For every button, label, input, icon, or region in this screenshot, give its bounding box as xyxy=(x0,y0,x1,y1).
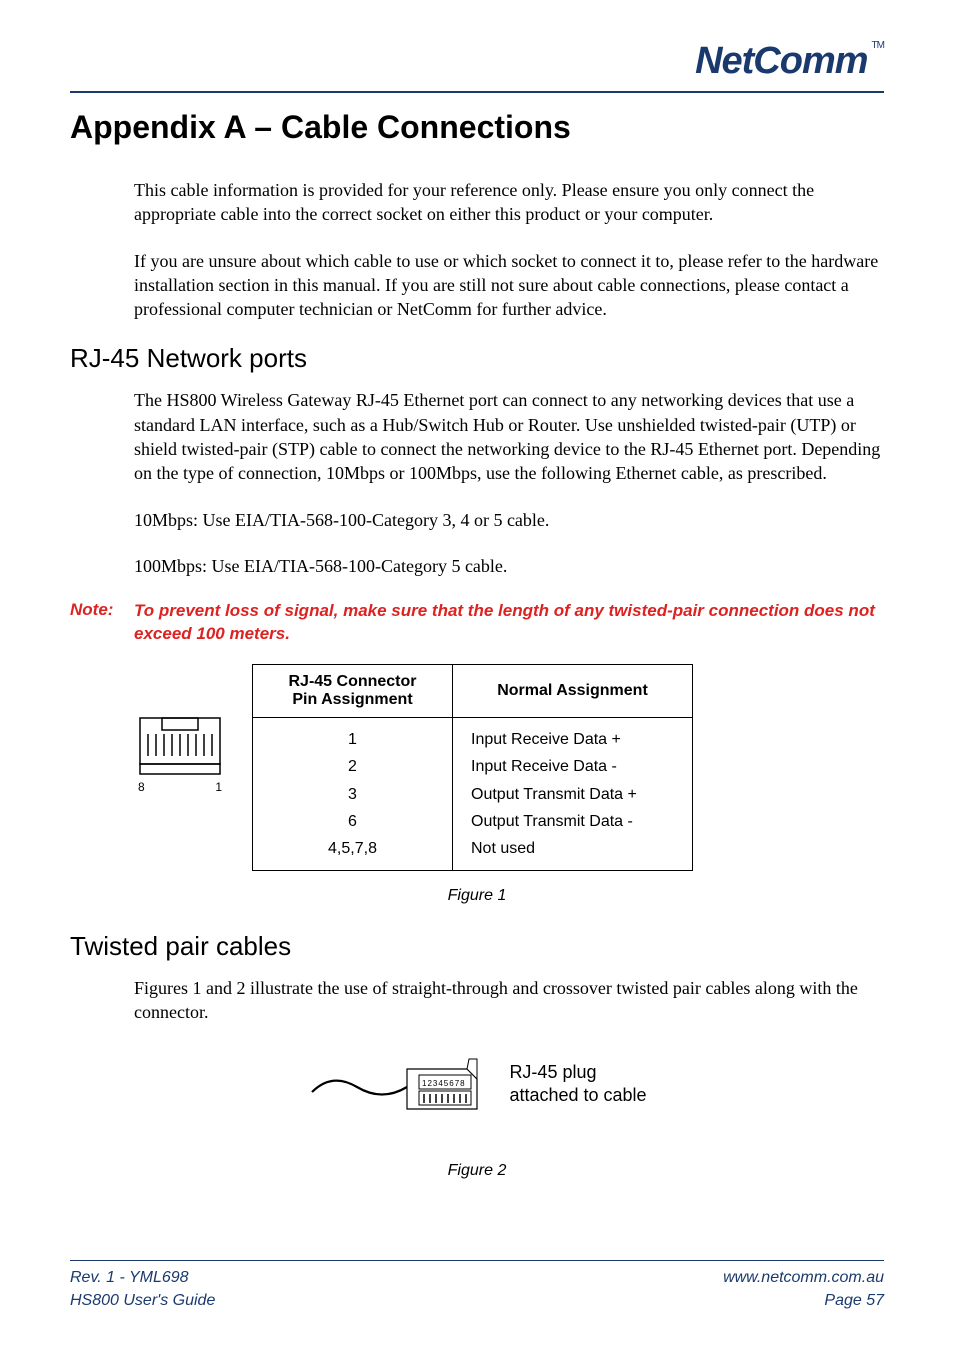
footer-right: www.netcomm.com.au Page 57 xyxy=(723,1267,884,1312)
table-pin-cell: 1 2 3 6 4,5,7,8 xyxy=(253,718,453,871)
rj45-plug-icon: 12345678 xyxy=(307,1047,497,1122)
rj45-paragraph-3: 100Mbps: Use EIA/TIA-568-100-Category 5 … xyxy=(134,554,884,578)
pin-assignment-table: RJ-45 Connector Pin Assignment Normal As… xyxy=(252,664,693,871)
page-header: NetComm TM xyxy=(70,40,884,93)
twisted-paragraph-1: Figures 1 and 2 illustrate the use of st… xyxy=(134,976,884,1025)
page-title: Appendix A – Cable Connections xyxy=(70,109,884,146)
note-block: Note: To prevent loss of signal, make su… xyxy=(70,600,884,646)
note-text: To prevent loss of signal, make sure tha… xyxy=(134,600,884,646)
rj45-connector-icon: 8 1 xyxy=(134,716,226,794)
page-footer: Rev. 1 - YML698 HS800 User's Guide www.n… xyxy=(70,1260,884,1312)
connector-pin-8: 8 xyxy=(138,780,145,794)
plug-label: RJ-45 plug attached to cable xyxy=(509,1061,646,1108)
netcomm-logo: NetComm TM xyxy=(695,40,884,83)
table-header-pin: RJ-45 Connector Pin Assignment xyxy=(253,665,453,718)
table-header-assignment: Normal Assignment xyxy=(453,665,693,718)
connector-pin-1: 1 xyxy=(215,780,222,794)
rj45-heading: RJ-45 Network ports xyxy=(70,343,884,374)
rj45-paragraph-1: The HS800 Wireless Gateway RJ-45 Etherne… xyxy=(134,388,884,485)
plug-pin-numbers: 12345678 xyxy=(422,1079,466,1088)
figure-1-caption: Figure 1 xyxy=(70,887,884,905)
rj45-paragraph-2: 10Mbps: Use EIA/TIA-568-100-Category 3, … xyxy=(134,508,884,532)
figure-2-caption: Figure 2 xyxy=(70,1162,884,1180)
logo-tm: TM xyxy=(872,40,884,51)
figure-1-wrap: 8 1 RJ-45 Connector Pin Assignment Norma… xyxy=(134,664,884,871)
note-label: Note: xyxy=(70,600,134,646)
footer-left: Rev. 1 - YML698 HS800 User's Guide xyxy=(70,1267,215,1312)
figure-2-wrap: 12345678 RJ-45 plug attached to cable xyxy=(70,1047,884,1122)
intro-paragraph-1: This cable information is provided for y… xyxy=(134,178,884,227)
table-assign-cell: Input Receive Data + Input Receive Data … xyxy=(453,718,693,871)
twisted-heading: Twisted pair cables xyxy=(70,931,884,962)
logo-text: NetComm xyxy=(695,40,867,82)
intro-paragraph-2: If you are unsure about which cable to u… xyxy=(134,249,884,322)
